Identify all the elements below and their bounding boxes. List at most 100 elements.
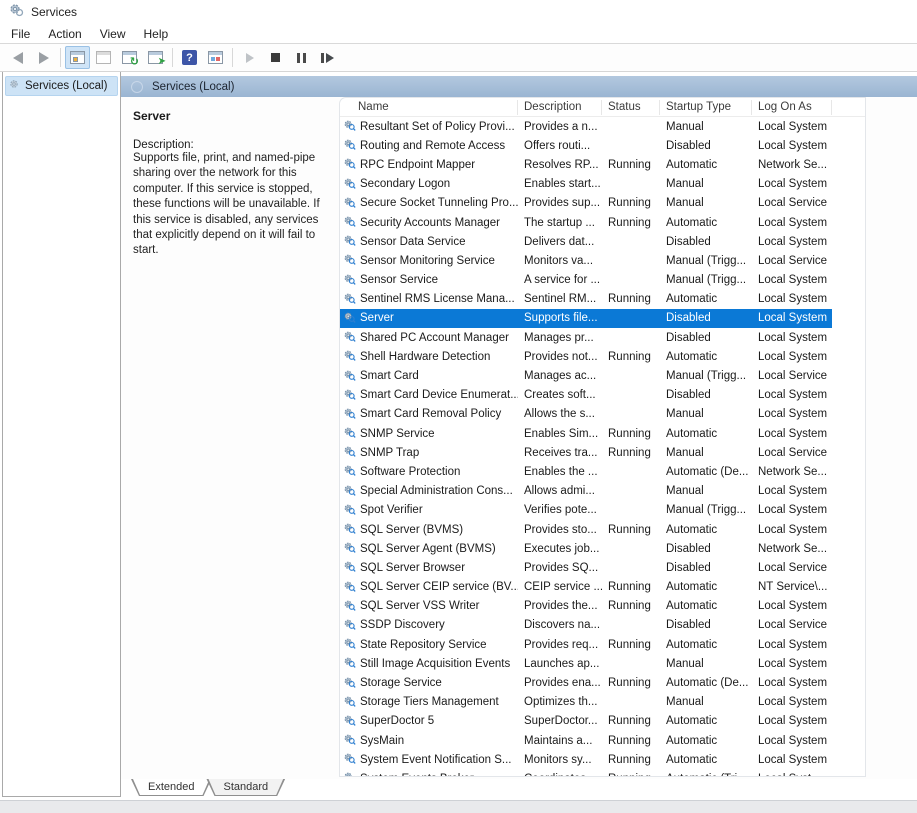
table-row[interactable]: SQL Server (BVMS) Provides sto... Runnin… xyxy=(340,520,832,539)
service-gear-icon xyxy=(343,138,356,153)
refresh-icon[interactable]: ↻ xyxy=(117,46,142,69)
sidebar-item-services-local[interactable]: Services (Local) xyxy=(5,76,118,96)
column-header-log-on-as[interactable]: Log On As xyxy=(752,100,832,115)
service-gear-icon xyxy=(343,714,356,729)
menu-file[interactable]: File xyxy=(2,25,39,43)
service-startup-type: Manual xyxy=(660,447,752,459)
table-row[interactable]: Shell Hardware Detection Provides not...… xyxy=(340,347,832,366)
table-row[interactable]: Smart Card Removal Policy Allows the s..… xyxy=(340,405,832,424)
table-row[interactable]: State Repository Service Provides req...… xyxy=(340,635,832,654)
table-row[interactable]: Storage Tiers Management Optimizes th...… xyxy=(340,693,832,712)
table-row[interactable]: Secure Socket Tunneling Pro... Provides … xyxy=(340,194,832,213)
table-row[interactable]: Shared PC Account Manager Manages pr... … xyxy=(340,328,832,347)
service-description: Provides ena... xyxy=(518,677,602,689)
table-body: Resultant Set of Policy Provi... Provide… xyxy=(340,117,865,777)
help-icon[interactable]: ? xyxy=(177,46,202,69)
table-row[interactable]: SNMP Service Enables Sim... Running Auto… xyxy=(340,424,832,443)
service-log-on-as: Local System xyxy=(752,408,832,420)
service-gear-icon xyxy=(343,752,356,767)
service-log-on-as: Network Se... xyxy=(752,159,832,171)
service-gear-icon xyxy=(343,330,356,345)
table-row[interactable]: SQL Server CEIP service (BV... CEIP serv… xyxy=(340,578,832,597)
service-gear-icon xyxy=(343,119,356,134)
service-description: Provides not... xyxy=(518,351,602,363)
table-row[interactable]: Smart Card Manages ac... Manual (Trigg..… xyxy=(340,366,832,385)
forward-icon[interactable] xyxy=(31,46,56,69)
table-row[interactable]: Software Protection Enables the ... Auto… xyxy=(340,462,832,481)
service-description: Provides sup... xyxy=(518,197,602,209)
table-row[interactable]: System Event Notification S... Monitors … xyxy=(340,750,832,769)
table-row[interactable]: Server Supports file... Disabled Local S… xyxy=(340,309,832,328)
table-row[interactable]: Secondary Logon Enables start... Manual … xyxy=(340,175,832,194)
menu-action[interactable]: Action xyxy=(39,25,90,43)
service-name: Special Administration Cons... xyxy=(360,485,513,497)
service-startup-type: Automatic xyxy=(660,600,752,612)
table-row[interactable]: SSDP Discovery Discovers na... Disabled … xyxy=(340,616,832,635)
table-row[interactable]: Smart Card Device Enumerat... Creates so… xyxy=(340,386,832,405)
extended-standard-view-icon[interactable] xyxy=(203,46,228,69)
stop-service-icon[interactable] xyxy=(263,46,288,69)
table-row[interactable]: SQL Server Browser Provides SQ... Disabl… xyxy=(340,558,832,577)
table-row[interactable]: SNMP Trap Receives tra... Running Manual… xyxy=(340,443,832,462)
description-label: Description: xyxy=(133,139,331,151)
start-service-icon[interactable] xyxy=(237,46,262,69)
service-status: Running xyxy=(602,293,660,305)
service-gear-icon xyxy=(343,349,356,364)
service-startup-type: Automatic xyxy=(660,428,752,440)
column-header-description[interactable]: Description xyxy=(518,100,602,115)
services-pane-header: Services (Local) xyxy=(121,76,917,97)
column-header-startup-type[interactable]: Startup Type xyxy=(660,100,752,115)
service-gear-icon xyxy=(343,560,356,575)
service-gear-icon xyxy=(343,445,356,460)
table-row[interactable]: Sensor Monitoring Service Monitors va...… xyxy=(340,251,832,270)
table-row[interactable]: Still Image Acquisition Events Launches … xyxy=(340,654,832,673)
table-row[interactable]: Security Accounts Manager The startup ..… xyxy=(340,213,832,232)
properties-icon[interactable] xyxy=(91,46,116,69)
column-header-name[interactable]: Name xyxy=(340,100,518,115)
service-name: Storage Tiers Management xyxy=(360,696,499,708)
service-startup-type: Manual xyxy=(660,658,752,670)
service-name: Smart Card xyxy=(360,370,419,382)
service-status: Running xyxy=(602,581,660,593)
services-pane-title: Services (Local) xyxy=(152,81,234,93)
table-row[interactable]: Storage Service Provides ena... Running … xyxy=(340,673,832,692)
toolbar-separator xyxy=(172,48,173,67)
service-description: Resolves RP... xyxy=(518,159,602,171)
export-list-icon[interactable]: ➤ xyxy=(143,46,168,69)
table-row[interactable]: SQL Server Agent (BVMS) Executes job... … xyxy=(340,539,832,558)
back-icon[interactable] xyxy=(5,46,30,69)
services-header-icon xyxy=(131,81,143,93)
tab-standard[interactable]: Standard xyxy=(206,779,285,796)
table-row[interactable]: Resultant Set of Policy Provi... Provide… xyxy=(340,117,832,136)
service-name: SQL Server Browser xyxy=(360,562,465,574)
service-description: Provides a n... xyxy=(518,121,602,133)
table-row[interactable]: Spot Verifier Verifies pote... Manual (T… xyxy=(340,501,832,520)
service-log-on-as: Local System xyxy=(752,658,832,670)
service-status: Running xyxy=(602,600,660,612)
menu-help[interactable]: Help xyxy=(135,25,178,43)
show-console-tree-icon[interactable] xyxy=(65,46,90,69)
table-row[interactable]: Routing and Remote Access Offers routi..… xyxy=(340,136,832,155)
table-row[interactable]: Sentinel RMS License Mana... Sentinel RM… xyxy=(340,290,832,309)
table-row[interactable]: SQL Server VSS Writer Provides the... Ru… xyxy=(340,597,832,616)
table-row[interactable]: Sensor Service A service for ... Manual … xyxy=(340,271,832,290)
menu-view[interactable]: View xyxy=(91,25,135,43)
table-row[interactable]: SysMain Maintains a... Running Automatic… xyxy=(340,731,832,750)
table-row[interactable]: Sensor Data Service Delivers dat... Disa… xyxy=(340,232,832,251)
table-row[interactable]: RPC Endpoint Mapper Resolves RP... Runni… xyxy=(340,155,832,174)
table-row[interactable]: Special Administration Cons... Allows ad… xyxy=(340,482,832,501)
table-row[interactable]: SuperDoctor 5 SuperDoctor... Running Aut… xyxy=(340,712,832,731)
service-description: Creates soft... xyxy=(518,389,602,401)
service-name: SQL Server (BVMS) xyxy=(360,524,463,536)
table-row[interactable]: System Events Broker Coordinates... Runn… xyxy=(340,769,832,777)
service-log-on-as: Local System xyxy=(752,735,832,747)
service-startup-type: Automatic xyxy=(660,581,752,593)
service-status: Running xyxy=(602,351,660,363)
service-log-on-as: Local System xyxy=(752,236,832,248)
tab-extended[interactable]: Extended xyxy=(131,779,211,796)
restart-service-icon[interactable] xyxy=(315,46,340,69)
service-description: Allows the s... xyxy=(518,408,602,420)
column-header-status[interactable]: Status xyxy=(602,100,660,115)
service-startup-type: Automatic xyxy=(660,639,752,651)
pause-service-icon[interactable] xyxy=(289,46,314,69)
